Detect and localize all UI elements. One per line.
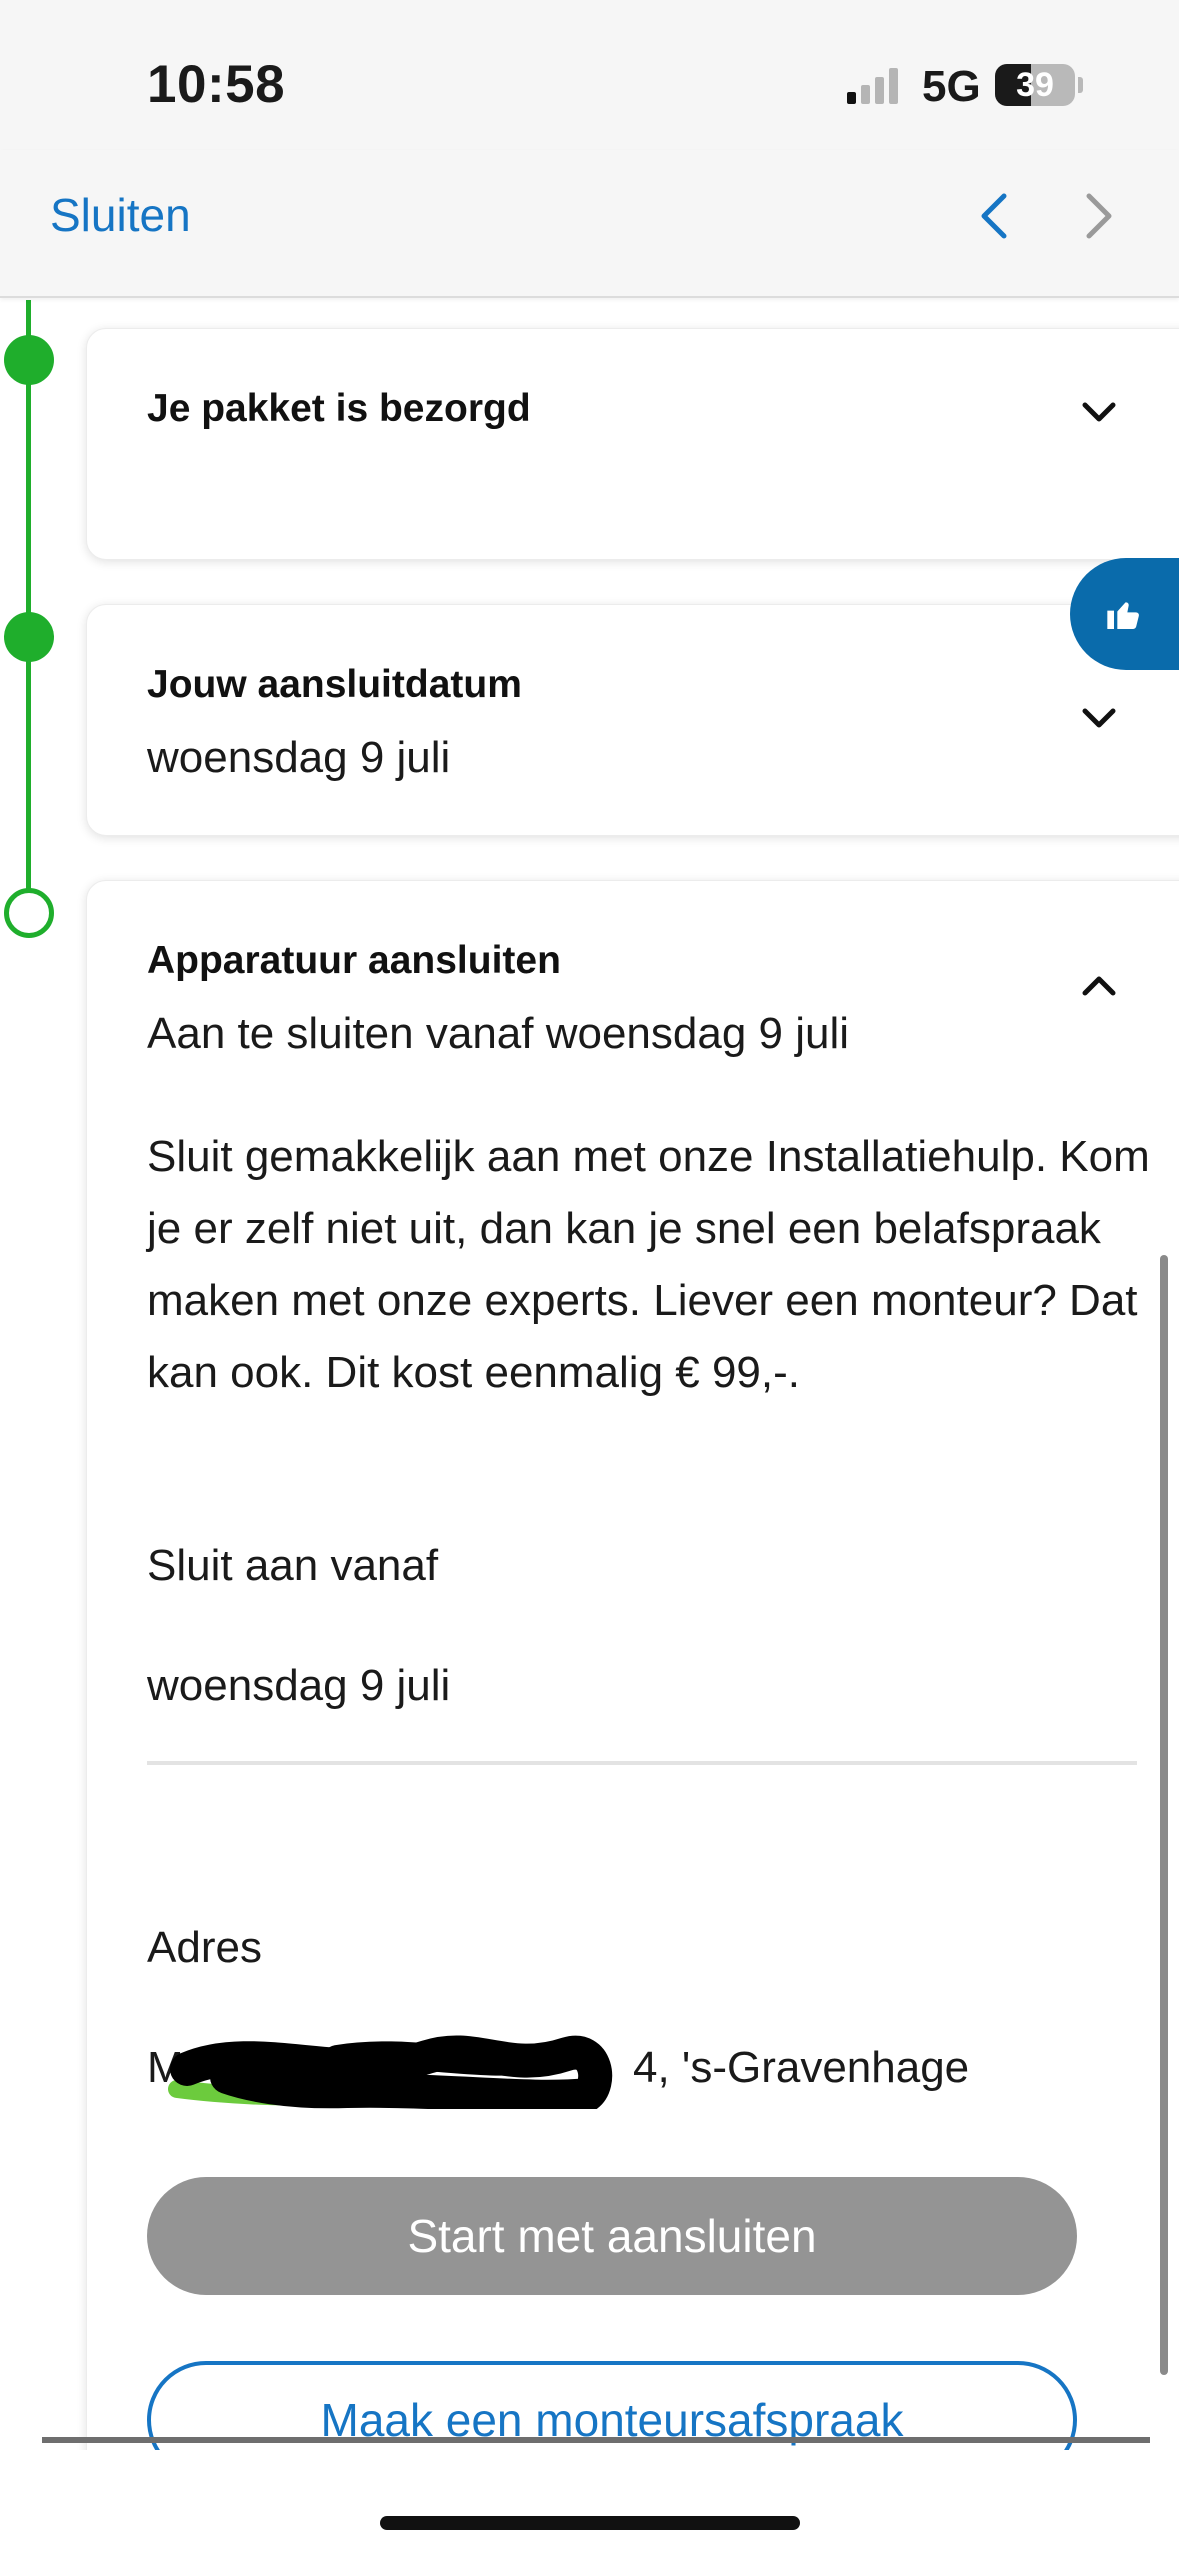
timeline-dot-completed <box>4 335 54 385</box>
connect-from-label: Sluit aan vanaf <box>147 1541 439 1590</box>
timeline-step-card[interactable]: Je pakket is bezorgd <box>86 328 1179 560</box>
chevron-right-icon[interactable] <box>1075 186 1125 246</box>
battery-level: 39 <box>1016 66 1054 104</box>
divider <box>147 1761 1137 1765</box>
bottom-separator <box>42 2437 1150 2443</box>
feedback-button[interactable] <box>1070 558 1179 670</box>
battery-icon: 39 <box>995 64 1075 106</box>
thumbs-up-icon <box>1107 602 1139 629</box>
nav-bar: Sluiten <box>0 150 1179 298</box>
status-bar: 10:58 5G 39 <box>0 0 1179 150</box>
timeline-step-card[interactable]: Jouw aansluitdatum woensdag 9 juli <box>86 604 1179 836</box>
timeline-dot-current <box>4 888 54 938</box>
cellular-signal-icon <box>847 68 898 104</box>
connect-from-value: woensdag 9 juli <box>147 1661 451 1710</box>
timeline-dot-completed <box>4 612 54 662</box>
step-subtitle: woensdag 9 juli <box>147 733 451 782</box>
status-time: 10:58 <box>147 55 286 114</box>
redaction-scribble <box>168 2035 613 2109</box>
close-button[interactable]: Sluiten <box>50 188 191 242</box>
address-label: Adres <box>147 1923 262 1972</box>
timeline-content[interactable]: Je pakket is bezorgd Jouw aansluitdatum … <box>0 300 1179 2450</box>
network-type: 5G <box>922 62 981 111</box>
timeline-step-card-expanded[interactable]: Apparatuur aansluiten Aan te sluiten van… <box>86 880 1179 2450</box>
step-title: Je pakket is bezorgd <box>147 387 531 430</box>
battery-cap <box>1078 77 1083 93</box>
step-description: Sluit gemakkelijk aan met onze Installat… <box>147 1132 1150 1397</box>
chevron-down-icon[interactable] <box>1077 397 1121 427</box>
step-title: Apparatuur aansluiten <box>147 939 561 982</box>
start-connecting-button[interactable]: Start met aansluiten <box>147 2177 1077 2295</box>
timeline-line <box>26 300 31 910</box>
scrollbar[interactable] <box>1160 1255 1168 2375</box>
chevron-down-icon[interactable] <box>1077 703 1121 733</box>
address-value: 4, 's-Gravenhage <box>633 2043 970 2092</box>
home-indicator[interactable] <box>380 2516 800 2530</box>
chevron-left-icon[interactable] <box>970 186 1020 246</box>
step-subtitle: Aan te sluiten vanaf woensdag 9 juli <box>147 1009 850 1058</box>
chevron-up-icon[interactable] <box>1077 971 1121 1001</box>
step-title: Jouw aansluitdatum <box>147 663 522 706</box>
